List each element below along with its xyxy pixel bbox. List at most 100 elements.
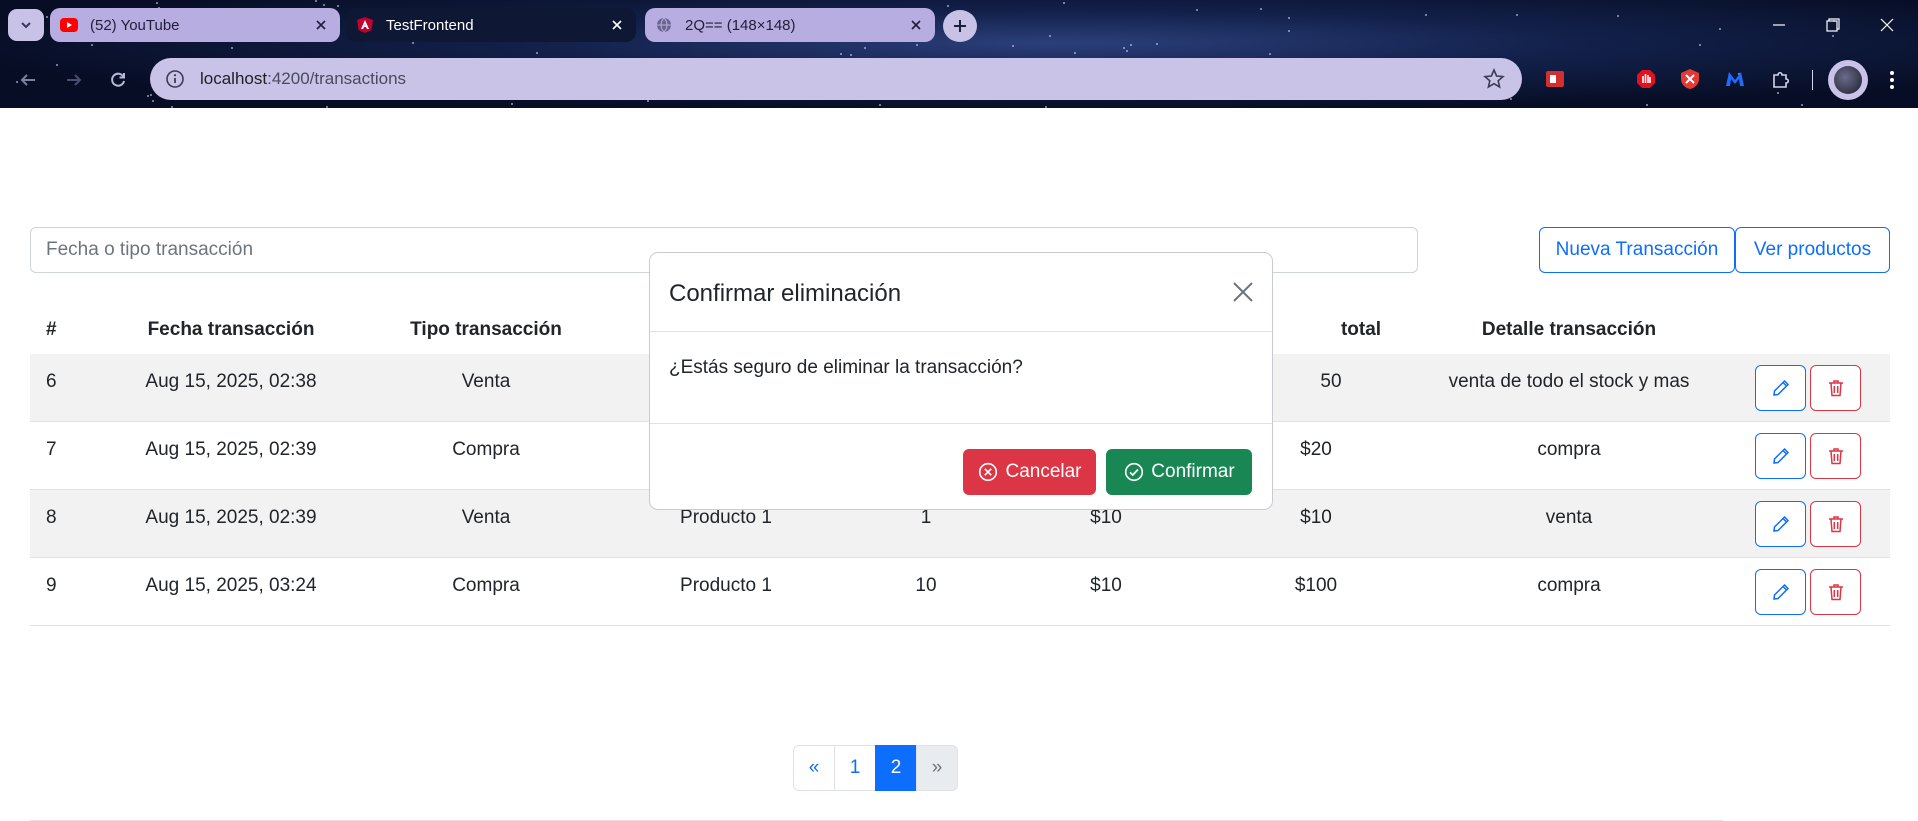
cell-detail: compra bbox=[1537, 439, 1601, 460]
delete-button[interactable] bbox=[1810, 365, 1861, 411]
tab-title: 2Q== (148×148) bbox=[685, 16, 796, 34]
pencil-icon bbox=[1772, 515, 1789, 532]
header-detail: Detalle transacción bbox=[1481, 319, 1657, 340]
cell-total: $100 bbox=[1294, 575, 1338, 596]
trash-icon bbox=[1828, 584, 1843, 601]
avatar bbox=[1834, 66, 1862, 94]
modal-footer: Cancelar Confirmar bbox=[650, 423, 1272, 509]
tab-testfrontend[interactable]: TestFrontend bbox=[346, 8, 636, 42]
browser-menu-button[interactable] bbox=[1880, 66, 1904, 94]
page-content: Nueva Transacción Ver productos # Fecha … bbox=[0, 108, 1918, 821]
cell-id: 9 bbox=[46, 575, 57, 596]
restore-button[interactable] bbox=[1806, 0, 1860, 50]
pagination-prev[interactable]: « bbox=[793, 745, 835, 791]
star-decoration bbox=[1126, 50, 1128, 52]
youtube-icon bbox=[60, 16, 78, 34]
browser-chrome: (52) YouTube TestFrontend 2Q== (148×148) bbox=[0, 0, 1918, 108]
site-info-icon[interactable] bbox=[164, 68, 186, 90]
edit-button[interactable] bbox=[1755, 569, 1806, 615]
reload-icon bbox=[111, 72, 125, 87]
delete-button[interactable] bbox=[1810, 569, 1861, 615]
cancel-button[interactable]: Cancelar bbox=[963, 449, 1096, 495]
close-window-button[interactable] bbox=[1860, 0, 1914, 50]
cell-qty: 10 bbox=[915, 575, 937, 596]
tab-youtube[interactable]: (52) YouTube bbox=[50, 8, 340, 42]
pagination-page-2[interactable]: 2 bbox=[875, 745, 917, 791]
trash-icon bbox=[1828, 380, 1843, 397]
pagination-next[interactable]: » bbox=[916, 745, 958, 791]
delete-button[interactable] bbox=[1810, 501, 1861, 547]
globe-icon bbox=[655, 16, 673, 34]
tab-search-button[interactable] bbox=[8, 9, 44, 41]
close-icon bbox=[1880, 18, 1894, 32]
cell-type: Venta bbox=[461, 371, 511, 392]
minimize-icon bbox=[1773, 24, 1785, 26]
pencil-icon bbox=[1772, 583, 1789, 600]
arrow-left-icon bbox=[20, 74, 35, 86]
cell-type: Compra bbox=[452, 439, 520, 460]
confirm-button[interactable]: Confirmar bbox=[1106, 449, 1252, 495]
cell-id: 8 bbox=[46, 507, 57, 528]
restore-icon bbox=[1826, 18, 1840, 32]
cell-date: Aug 15, 2025, 03:24 bbox=[145, 575, 317, 596]
browser-toolbar: localhost:4200/transactions bbox=[0, 54, 1918, 106]
cell-detail: compra bbox=[1537, 575, 1601, 596]
modal-close-button[interactable] bbox=[1228, 277, 1258, 307]
arrow-right-icon bbox=[67, 74, 82, 86]
cell-id: 7 bbox=[46, 439, 57, 460]
close-icon bbox=[1233, 282, 1253, 302]
confirm-delete-modal: Confirmar eliminación ¿Estás seguro de e… bbox=[649, 252, 1273, 510]
header-id: # bbox=[46, 319, 57, 340]
bookmark-star-icon[interactable] bbox=[1482, 67, 1506, 91]
new-transaction-button[interactable]: Nueva Transacción bbox=[1539, 227, 1735, 273]
more-vert-icon bbox=[1890, 71, 1894, 89]
cell-unit-price: $10 bbox=[1090, 575, 1122, 596]
pencil-icon bbox=[1772, 447, 1789, 464]
cell-type: Compra bbox=[452, 575, 520, 596]
extension-pdf-icon[interactable] bbox=[1542, 66, 1568, 92]
delete-button[interactable] bbox=[1810, 433, 1861, 479]
pencil-icon bbox=[1772, 379, 1789, 396]
trash-icon bbox=[1828, 516, 1843, 533]
table-row: 9 Aug 15, 2025, 03:24 Compra Producto 1 10 $1… bbox=[30, 558, 1890, 626]
cell-date: Aug 15, 2025, 02:39 bbox=[145, 507, 317, 528]
view-products-button[interactable]: Ver productos bbox=[1735, 227, 1890, 273]
confirm-label: Confirmar bbox=[1151, 461, 1235, 482]
modal-message: ¿Estás seguro de eliminar la transacción… bbox=[669, 357, 1023, 378]
close-icon[interactable] bbox=[907, 16, 925, 34]
cell-date: Aug 15, 2025, 02:39 bbox=[145, 439, 317, 460]
cell-id: 6 bbox=[46, 371, 57, 392]
cancel-label: Cancelar bbox=[1005, 461, 1082, 482]
close-icon[interactable] bbox=[608, 16, 626, 34]
trash-icon bbox=[1828, 448, 1843, 465]
header-date: Fecha transacción bbox=[147, 319, 315, 340]
edit-button[interactable] bbox=[1755, 365, 1806, 411]
angular-icon bbox=[356, 16, 374, 34]
back-button[interactable] bbox=[12, 64, 44, 96]
toolbar-divider bbox=[1812, 70, 1813, 90]
extensions-puzzle-icon[interactable] bbox=[1768, 66, 1794, 92]
forward-button[interactable] bbox=[58, 64, 90, 96]
pagination-page-1[interactable]: 1 bbox=[834, 745, 876, 791]
cell-detail: venta de todo el stock y mas bbox=[1448, 371, 1690, 392]
profile-avatar[interactable] bbox=[1828, 60, 1868, 100]
extension-malwarebytes-icon[interactable] bbox=[1722, 66, 1748, 92]
chevron-down-icon bbox=[21, 22, 31, 29]
extension-blocker-icon[interactable] bbox=[1677, 66, 1703, 92]
url-text[interactable]: localhost:4200/transactions bbox=[200, 69, 1482, 89]
close-icon[interactable] bbox=[312, 16, 330, 34]
reload-button[interactable] bbox=[102, 64, 134, 96]
cell-detail: venta bbox=[1545, 507, 1593, 528]
minimize-button[interactable] bbox=[1752, 0, 1806, 50]
modal-title: Confirmar eliminación bbox=[669, 280, 902, 307]
address-bar[interactable]: localhost:4200/transactions bbox=[150, 58, 1522, 100]
tab-title: TestFrontend bbox=[386, 16, 474, 34]
header-type: Tipo transacción bbox=[410, 319, 562, 340]
edit-button[interactable] bbox=[1755, 433, 1806, 479]
edit-button[interactable] bbox=[1755, 501, 1806, 547]
cell-date: Aug 15, 2025, 02:38 bbox=[145, 371, 317, 392]
tab-title: (52) YouTube bbox=[90, 16, 180, 34]
extension-stop-hand-icon[interactable] bbox=[1633, 66, 1659, 92]
new-tab-button[interactable] bbox=[943, 10, 977, 42]
tab-image[interactable]: 2Q== (148×148) bbox=[645, 8, 935, 42]
